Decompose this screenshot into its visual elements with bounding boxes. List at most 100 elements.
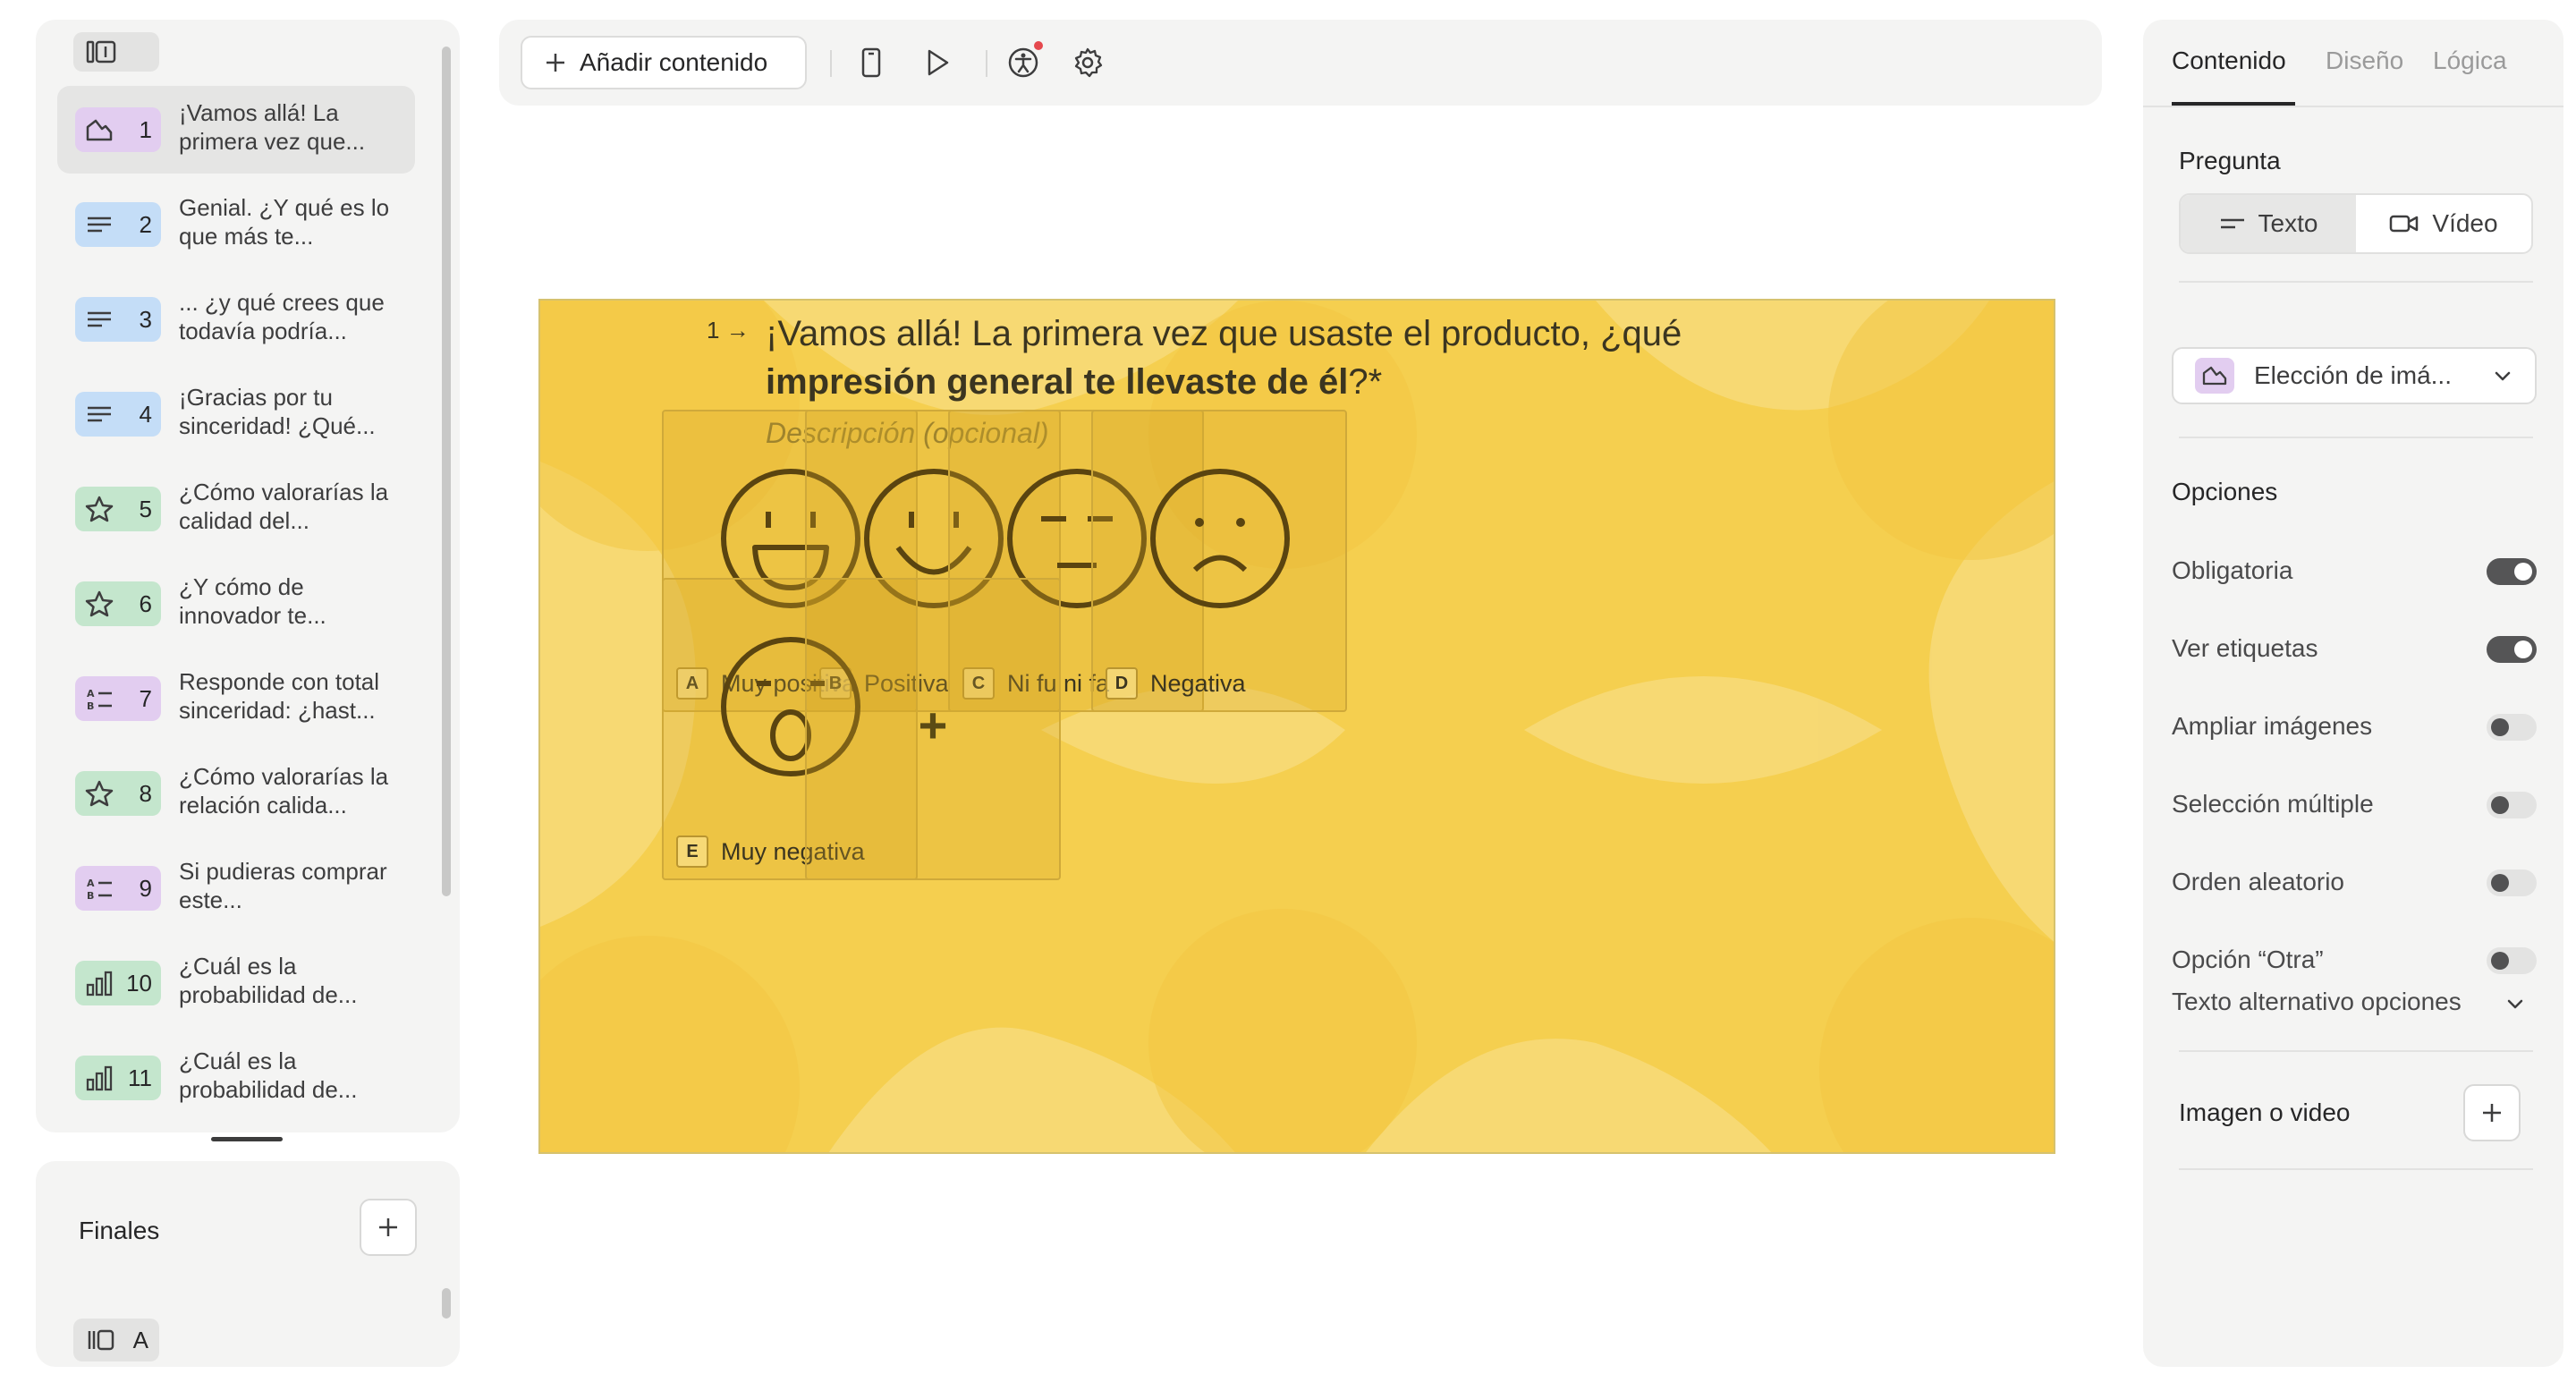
question-type-badge: 8 (75, 771, 161, 816)
ending-screen-icon (88, 1329, 114, 1351)
question-title[interactable]: ¡Vamos allá! La primera vez que usaste e… (766, 310, 1839, 406)
question-type-badge: AB 7 (75, 676, 161, 721)
finales-title: Finales (79, 1217, 160, 1244)
plus-icon (2483, 1104, 2501, 1122)
text-format-option[interactable]: Texto (2181, 195, 2356, 252)
sidebar-question-10[interactable]: 10 ¿Cuál es la probabilidad de... (57, 939, 415, 1027)
video-camera-icon (2390, 215, 2419, 233)
option-label: Orden aleatorio (2172, 868, 2345, 895)
tab-contenido[interactable]: Contenido (2172, 47, 2286, 75)
sidebar-question-7[interactable]: A B 7 Responde con total sinceridad: ¿hast.… (57, 655, 415, 742)
option-label: Opción “Otra” (2172, 946, 2324, 973)
sidebar-question-1[interactable]: 1 ¡Vamos allá! La primera vez que... (57, 86, 415, 174)
add-choice-button[interactable]: + (805, 578, 1061, 880)
divider (2179, 1050, 2533, 1052)
question-type-badge: AB 9 (75, 866, 161, 911)
mobile-preview-button[interactable] (853, 45, 889, 81)
choice-label[interactable]: Negativa (1150, 667, 1246, 700)
notification-dot (1034, 41, 1043, 50)
questions-sidebar: 1 ¡Vamos allá! La primera vez que... 2 Geni… (36, 20, 460, 1132)
sidebar-question-8[interactable]: 8 ¿Cómo valorarías la relación calida... (57, 750, 415, 837)
toggle-sidebar-button[interactable] (73, 32, 159, 72)
sidebar-question-6[interactable]: 6 ¿Y cómo de innovador te... (57, 560, 415, 648)
text-format-label: Texto (2258, 209, 2318, 237)
mobile-icon (861, 47, 881, 78)
media-label: Imagen o video (2179, 1098, 2351, 1126)
question-number: 9 (139, 875, 152, 902)
video-format-option[interactable]: Vídeo (2356, 195, 2531, 252)
option-row: Opción “Otra” (2172, 940, 2537, 980)
question-number: 11 (128, 1064, 152, 1091)
add-media-button[interactable] (2463, 1084, 2521, 1141)
ending-letter: A (132, 1327, 148, 1353)
preview-play-button[interactable] (919, 45, 955, 81)
option-row: Ver etiquetas (2172, 629, 2537, 668)
question-number: 10 (126, 970, 152, 997)
question-number: 6 (139, 590, 152, 617)
sidebar-question-11[interactable]: 11 ¿Cuál es la probabilidad de... (57, 1034, 415, 1122)
add-content-button[interactable]: Añadir contenido (521, 36, 807, 89)
panel-resize-handle[interactable] (211, 1137, 283, 1141)
question-title-part: ¡Vamos allá! La primera vez que usaste e… (766, 314, 1682, 353)
option-row: Ampliar imágenes (2172, 707, 2537, 746)
question-type-badge: 11 (75, 1056, 161, 1100)
option-toggle[interactable] (2487, 636, 2537, 663)
add-ending-button[interactable] (360, 1199, 417, 1256)
question-preview-text: ¿Y cómo de innovador te... (179, 573, 326, 629)
question-number: 1 (139, 116, 152, 143)
question-number: 8 (139, 780, 152, 807)
sidebar-question-9[interactable]: A B 9 Si pudieras comprar este... (57, 844, 415, 932)
option-toggle[interactable] (2487, 792, 2537, 818)
pregunta-label: Pregunta (2179, 147, 2281, 174)
question-type-select[interactable]: Elección de imá... (2172, 347, 2537, 404)
star-rating-icon (84, 778, 114, 809)
question-type-badge: 6 (75, 581, 161, 626)
alt-text-label: Texto alternativo opciones (2172, 988, 2462, 1015)
question-type-value: Elección de imá... (2254, 361, 2452, 389)
sidebar-scrollbar[interactable] (442, 47, 451, 896)
question-type-badge: 5 (75, 487, 161, 531)
sidebar-question-3[interactable]: 3 ... ¿y qué crees que todavía podría... (57, 276, 415, 363)
ending-item[interactable]: A (73, 1319, 159, 1361)
question-preview-text: ¿Cuál es la probabilidad de... (179, 1047, 358, 1103)
choice-key: E (676, 835, 708, 868)
question-preview-text: ¿Cómo valorarías la calidad del... (179, 479, 389, 534)
option-toggle[interactable] (2487, 558, 2537, 585)
sidebar-question-2[interactable]: 2 Genial. ¿Y qué es lo que más te... (57, 181, 415, 268)
question-preview-text: Si pudieras comprar este... (179, 858, 387, 913)
divider (2179, 1168, 2533, 1170)
question-preview-text: ¡Gracias por tu sinceridad! ¿Qué... (179, 384, 376, 439)
sidebar-question-4[interactable]: 4 ¡Gracias por tu sinceridad! ¿Qué... (57, 370, 415, 458)
option-row: Orden aleatorio (2172, 862, 2537, 902)
question-preview-text: ¡Vamos allá! La primera vez que... (179, 99, 366, 155)
choice-key: D (1106, 667, 1138, 700)
panel-tabs: Contenido Diseño Lógica (2143, 20, 2563, 107)
question-type-badge: 4 (75, 392, 161, 437)
plus-icon (379, 1218, 397, 1236)
option-toggle[interactable] (2487, 714, 2537, 741)
accessibility-icon (1008, 47, 1038, 78)
question-type-badge: 2 (75, 202, 161, 247)
settings-button[interactable] (1070, 45, 1106, 81)
option-toggle[interactable] (2487, 947, 2537, 974)
tab-logica[interactable]: Lógica (2433, 47, 2507, 75)
sidebar-question-5[interactable]: 5 ¿Cómo valorarías la calidad del... (57, 465, 415, 553)
gear-icon (1074, 47, 1103, 78)
accessibility-button[interactable] (1005, 45, 1041, 81)
endings-scrollbar[interactable] (442, 1288, 451, 1319)
video-format-label: Vídeo (2432, 209, 2498, 237)
sad-face-icon (1150, 469, 1290, 608)
question-title-end: ?* (1348, 362, 1383, 402)
option-row: Obligatoria (2172, 551, 2537, 590)
question-number: 3 (139, 306, 152, 333)
star-rating-icon (84, 494, 114, 524)
alt-text-options-row[interactable]: Texto alternativo opciones (2172, 982, 2537, 1022)
toolbar-divider (986, 50, 987, 77)
question-canvas: 1 → ¡Vamos allá! La primera vez que usas… (538, 299, 2055, 1154)
image-choice-d[interactable]: D Negativa (1091, 410, 1347, 712)
option-toggle[interactable] (2487, 869, 2537, 896)
tab-diseno[interactable]: Diseño (2326, 47, 2403, 75)
option-label: Ampliar imágenes (2172, 712, 2373, 740)
svg-text:B: B (87, 890, 94, 902)
question-number: 5 (139, 496, 152, 522)
